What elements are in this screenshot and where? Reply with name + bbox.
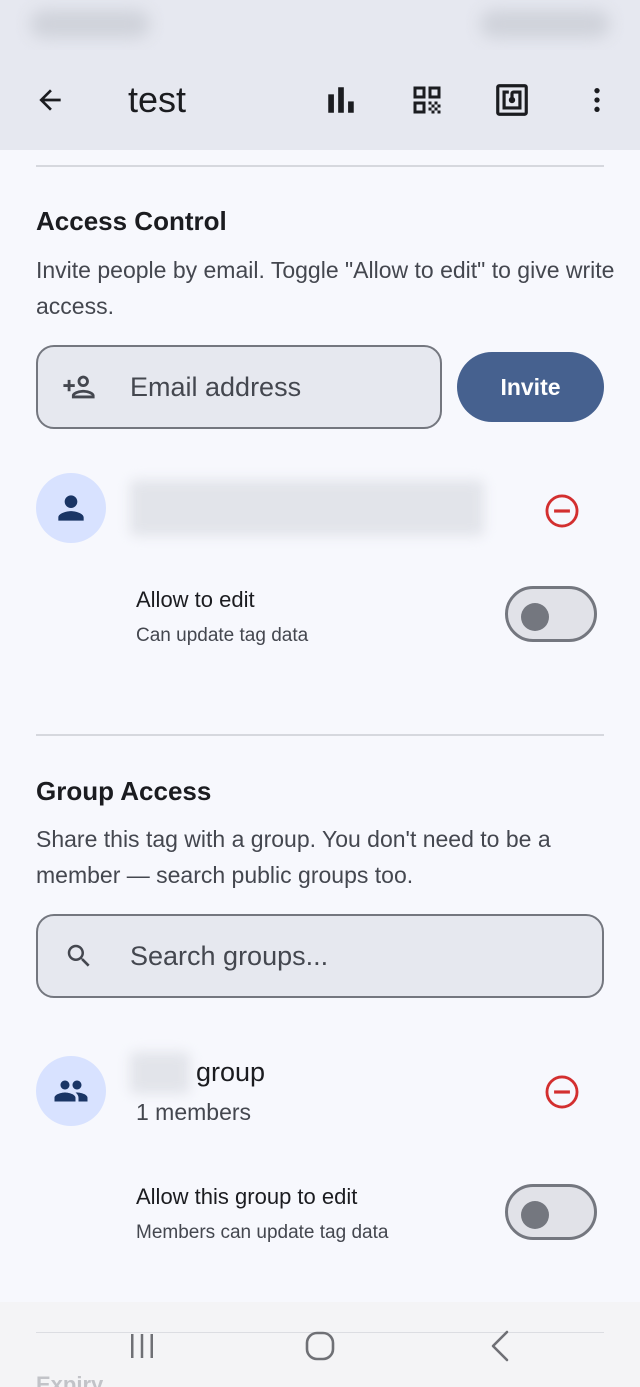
app-bar: test (0, 50, 640, 150)
group-access-description: Share this tag with a group. You don't n… (36, 826, 551, 888)
avatar (36, 473, 106, 543)
remove-circle-icon (545, 494, 579, 528)
more-options-button[interactable] (573, 76, 621, 124)
arrow-back-icon (39, 89, 61, 111)
group-member-count: 1 members (136, 1099, 252, 1125)
allow-edit-toggle[interactable] (505, 586, 597, 642)
email-placeholder: Email address (130, 371, 302, 402)
toggle-thumb (521, 603, 549, 631)
nfc-button[interactable] (488, 76, 536, 124)
person-add-icon (63, 375, 95, 399)
remove-circle-icon (545, 1075, 579, 1109)
group-avatar (36, 1056, 106, 1126)
home-button[interactable] (294, 1324, 346, 1368)
qr-code-icon (413, 86, 441, 114)
divider (36, 734, 604, 736)
nfc-icon (496, 84, 528, 116)
invite-button[interactable]: Invite (457, 352, 604, 422)
remove-member-button[interactable] (538, 487, 586, 535)
search-icon (67, 944, 90, 967)
person-icon (58, 495, 84, 521)
allow-edit-label: Allow to edit (136, 587, 255, 612)
allow-edit-sublabel: Can update tag data (136, 625, 309, 646)
chevron-left-icon (491, 1330, 509, 1362)
recent-apps-button[interactable] (116, 1326, 168, 1366)
group-name-redacted (130, 1052, 190, 1094)
toggle-thumb (521, 1201, 549, 1229)
system-nav-bar: Expiry (0, 1302, 640, 1387)
search-groups-placeholder: Search groups... (130, 940, 329, 971)
next-section-title-partial: Expiry (36, 1372, 104, 1387)
email-field[interactable]: Email address (36, 345, 442, 429)
recent-apps-icon (131, 1334, 153, 1358)
access-control-title: Access Control (36, 206, 227, 236)
status-bar (0, 0, 640, 50)
stats-button[interactable] (317, 76, 365, 124)
back-button[interactable] (24, 76, 76, 124)
more-vert-icon (594, 88, 600, 112)
group-access-title: Group Access (36, 776, 212, 806)
access-control-description: Invite people by email. Toggle "Allow to… (36, 257, 615, 319)
member-email-redacted (130, 480, 484, 536)
group-allow-edit-toggle[interactable] (505, 1184, 597, 1240)
group-name: group (196, 1057, 266, 1087)
group-allow-edit-label: Allow this group to edit (136, 1184, 358, 1209)
page-title: test (128, 79, 187, 120)
system-back-button[interactable] (474, 1324, 526, 1368)
remove-group-button[interactable] (538, 1068, 586, 1116)
bar-chart-icon (328, 87, 354, 113)
search-groups-field[interactable]: Search groups... (36, 914, 604, 998)
group-allow-edit-sublabel: Members can update tag data (136, 1222, 389, 1243)
group-icon (54, 1080, 88, 1102)
qr-code-button[interactable] (403, 76, 451, 124)
home-icon (305, 1331, 335, 1361)
divider (36, 165, 604, 167)
